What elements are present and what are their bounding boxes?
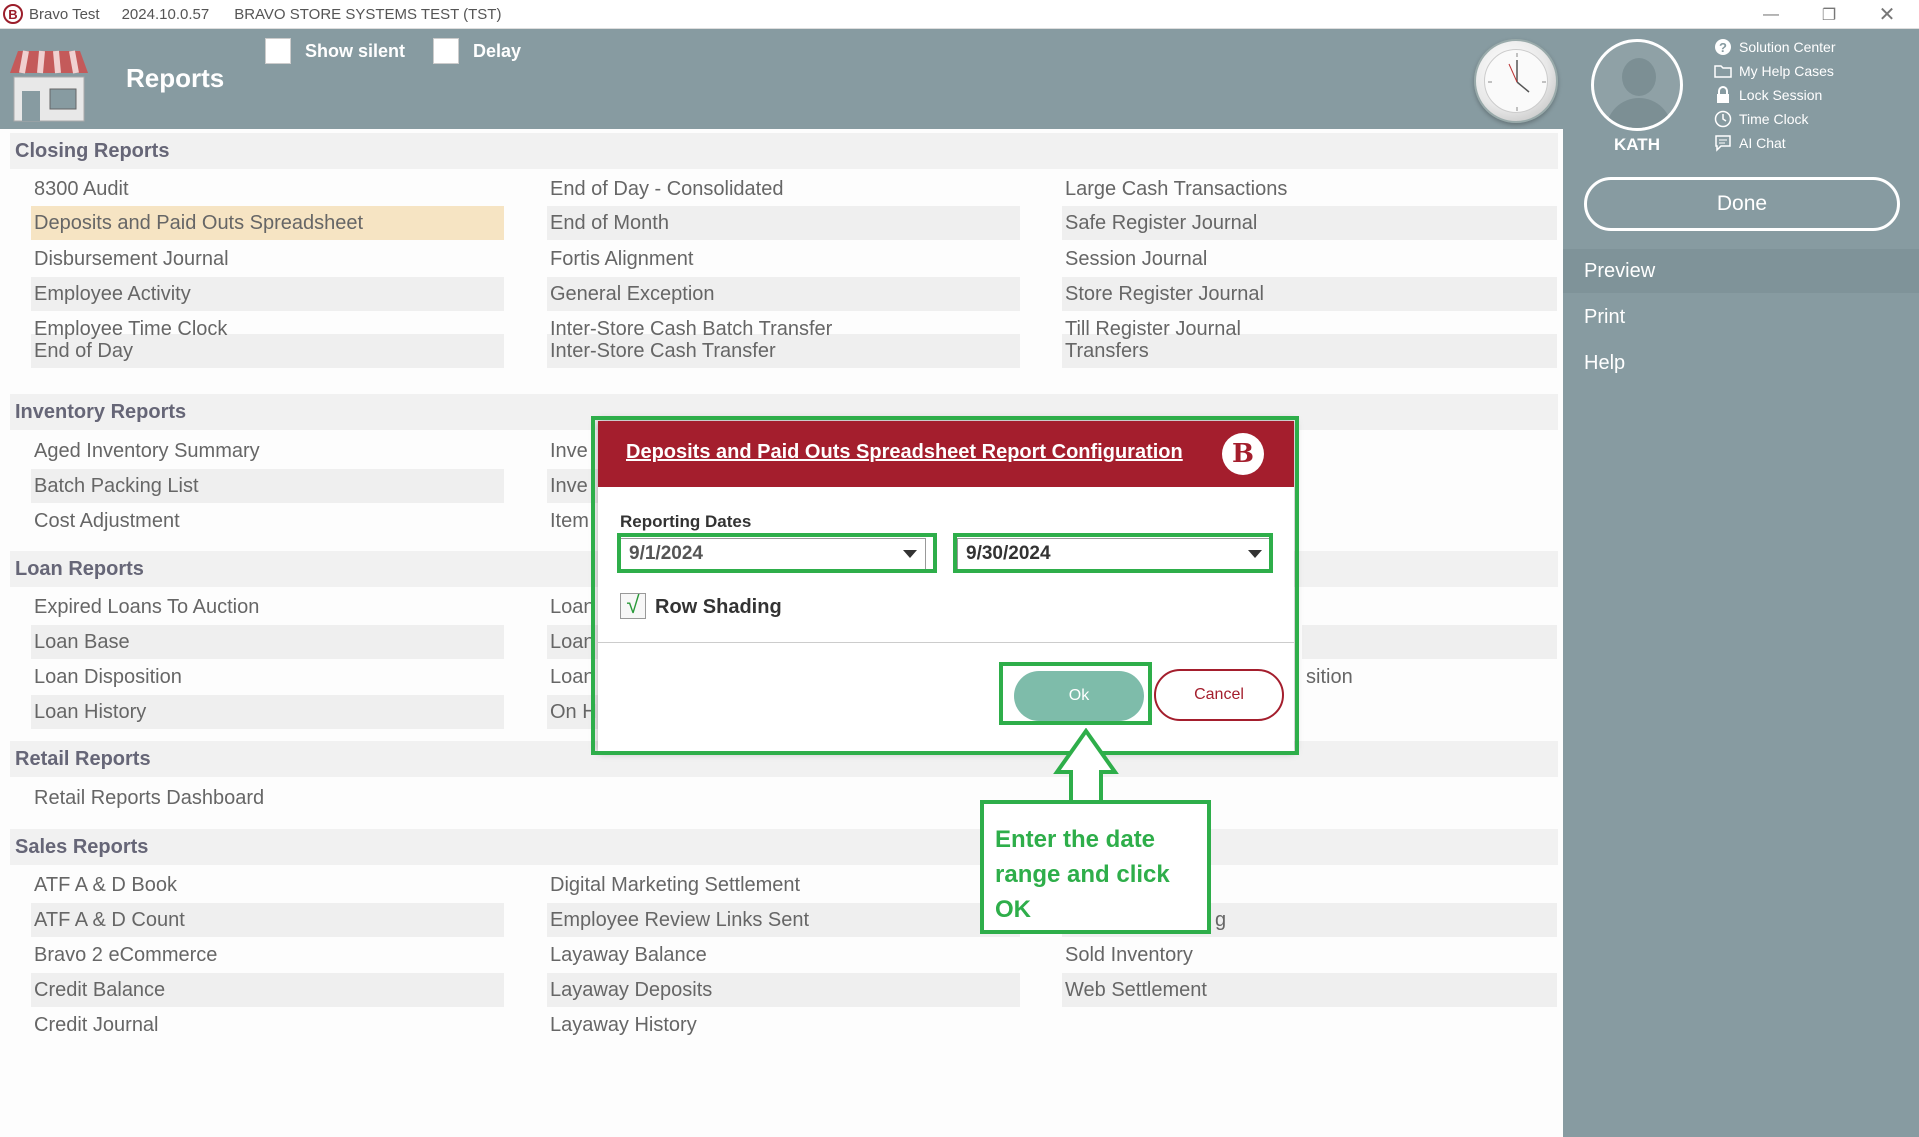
report-item[interactable]: End of Day - Consolidated	[550, 172, 783, 206]
report-item[interactable]: End of Day	[34, 334, 133, 368]
report-item[interactable]: Loan	[550, 625, 595, 659]
report-item[interactable]: Employee Activity	[34, 277, 191, 311]
report-item[interactable]: Safe Register Journal	[1065, 206, 1257, 240]
report-item[interactable]: Cost Adjustment	[34, 504, 180, 538]
ai-chat-label: AI Chat	[1739, 135, 1786, 151]
report-item[interactable]: Loan Base	[34, 625, 130, 659]
report-item[interactable]: Web Settlement	[1065, 973, 1207, 1007]
clock-small-icon	[1713, 109, 1733, 129]
report-item[interactable]: Inve	[550, 434, 588, 468]
lock-session-link[interactable]: Lock Session	[1713, 83, 1836, 107]
report-item[interactable]: Item	[550, 504, 589, 538]
report-item[interactable]: Retail Reports Dashboard	[34, 781, 264, 815]
show-silent-box[interactable]	[265, 38, 291, 64]
delay-label: Delay	[473, 40, 522, 61]
callout-arrow-icon	[1053, 728, 1119, 806]
start-date-highlight	[617, 533, 937, 573]
app-version: 2024.10.0.57	[121, 5, 210, 23]
report-item[interactable]: Inve	[550, 469, 588, 503]
ok-button-highlight	[999, 662, 1152, 725]
delay-checkbox[interactable]: Delay	[433, 38, 521, 64]
quick-links: ? Solution Center My Help Cases Lock Ses…	[1713, 35, 1836, 155]
instruction-callout: Enter the date range and click OK	[980, 800, 1211, 934]
dialog-highlight-outline	[591, 416, 1299, 755]
report-item[interactable]: On H	[550, 695, 597, 729]
report-item[interactable]: Inter-Store Cash Transfer	[550, 334, 776, 368]
time-clock-label: Time Clock	[1739, 111, 1809, 127]
chat-icon	[1713, 133, 1733, 153]
question-icon: ?	[1713, 37, 1733, 57]
report-item[interactable]: Digital Marketing Settlement	[550, 868, 800, 902]
report-item[interactable]: sition	[1306, 660, 1353, 694]
page-title: Reports	[126, 63, 225, 93]
report-item[interactable]: ATF A & D Count	[34, 903, 185, 937]
done-button[interactable]: Done	[1584, 177, 1900, 231]
report-item[interactable]: Loan Disposition	[34, 660, 182, 694]
solution-center-label: Solution Center	[1739, 39, 1836, 55]
report-item[interactable]: Disbursement Journal	[34, 242, 229, 276]
app-name: Bravo Test	[29, 5, 100, 23]
report-item[interactable]: Layaway Balance	[550, 938, 707, 972]
right-panel: KATH ? Solution Center My Help Cases Loc…	[1563, 29, 1919, 1137]
report-item[interactable]: Session Journal	[1065, 242, 1207, 276]
end-date-highlight	[953, 533, 1273, 573]
user-name: KATH	[1614, 135, 1660, 154]
show-silent-checkbox[interactable]: Show silent	[265, 38, 405, 64]
report-item[interactable]: Loan	[550, 590, 595, 624]
ai-chat-link[interactable]: AI Chat	[1713, 131, 1836, 155]
help-menu-item[interactable]: Help	[1563, 341, 1919, 385]
delay-box[interactable]	[433, 38, 459, 64]
report-item[interactable]: Transfers	[1065, 334, 1149, 368]
report-item[interactable]: g	[1215, 903, 1226, 937]
report-item[interactable]: 8300 Audit	[34, 172, 129, 206]
bravo-logo-icon: B	[3, 4, 23, 24]
restore-icon[interactable]: ❐	[1800, 0, 1858, 29]
title-bar: B Bravo Test 2024.10.0.57 BRAVO STORE SY…	[0, 0, 1919, 29]
avatar[interactable]	[1591, 39, 1683, 131]
time-clock-link[interactable]: Time Clock	[1713, 107, 1836, 131]
report-item[interactable]: Aged Inventory Summary	[34, 434, 260, 468]
preview-menu-item[interactable]: Preview	[1563, 249, 1919, 293]
report-item[interactable]: Store Register Journal	[1065, 277, 1264, 311]
section-sales-reports: Sales Reports	[10, 829, 1558, 865]
section-closing-reports: Closing Reports	[10, 133, 1558, 169]
report-item[interactable]: Layaway Deposits	[550, 973, 712, 1007]
report-item[interactable]: Bravo 2 eCommerce	[34, 938, 217, 972]
my-help-cases-link[interactable]: My Help Cases	[1713, 59, 1836, 83]
report-item[interactable]: Employee Review Links Sent	[550, 903, 809, 937]
store-icon	[10, 50, 88, 122]
system-name: BRAVO STORE SYSTEMS TEST (TST)	[234, 5, 502, 23]
report-item[interactable]: Loan History	[34, 695, 146, 729]
report-item[interactable]: Batch Packing List	[34, 469, 199, 503]
lock-icon	[1713, 85, 1733, 105]
report-item[interactable]: General Exception	[550, 277, 715, 311]
report-item[interactable]: Credit Balance	[34, 973, 165, 1007]
report-item[interactable]: Sold Inventory	[1065, 938, 1193, 972]
show-silent-label: Show silent	[305, 40, 406, 61]
report-item[interactable]: Layaway History	[550, 1008, 697, 1042]
svg-text:?: ?	[1719, 40, 1727, 55]
report-item[interactable]: Expired Loans To Auction	[34, 590, 259, 624]
my-help-cases-label: My Help Cases	[1739, 63, 1834, 79]
report-item[interactable]: End of Month	[550, 206, 669, 240]
report-item[interactable]: Loan	[550, 660, 595, 694]
report-item[interactable]: ATF A & D Book	[34, 868, 177, 902]
report-item-selected[interactable]: Deposits and Paid Outs Spreadsheet	[34, 206, 363, 240]
report-item[interactable]: Large Cash Transactions	[1065, 172, 1287, 206]
close-icon[interactable]: ✕	[1858, 0, 1916, 29]
report-item[interactable]: Credit Journal	[34, 1008, 159, 1042]
solution-center-link[interactable]: ? Solution Center	[1713, 35, 1836, 59]
lock-session-label: Lock Session	[1739, 87, 1823, 103]
folder-icon	[1713, 61, 1733, 81]
minimize-icon[interactable]: —	[1742, 0, 1800, 29]
print-menu-item[interactable]: Print	[1563, 295, 1919, 339]
clock-icon	[1474, 39, 1558, 123]
report-item[interactable]: Fortis Alignment	[550, 242, 693, 276]
